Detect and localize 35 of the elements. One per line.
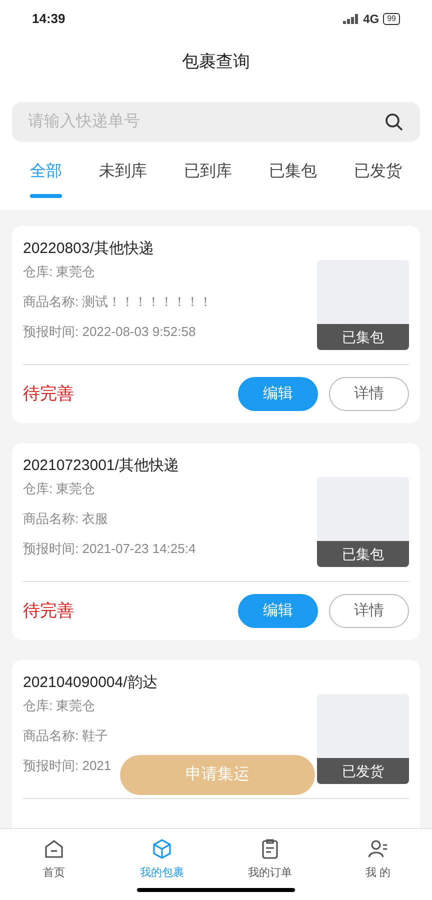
details-button[interactable]: 详情 xyxy=(329,594,409,628)
nav-tab[interactable]: 首页 xyxy=(0,829,108,900)
filter-tab[interactable]: 已到库 xyxy=(184,154,232,198)
forecast-time-text: 预报时间: 2021 xyxy=(23,757,112,775)
pending-status: 待完善 xyxy=(23,383,75,406)
battery-indicator: 99 xyxy=(383,13,400,25)
pending-status: 待完善 xyxy=(23,600,75,622)
parcel-title: 202104090004/韵达 xyxy=(23,673,158,693)
status-badge: 已集包 xyxy=(317,541,409,567)
nav-tab[interactable]: 我 的 xyxy=(324,829,432,900)
parcel-title: 20220803/其他快递 xyxy=(23,239,154,259)
filter-tab[interactable]: 已集包 xyxy=(269,154,317,198)
home-icon xyxy=(42,837,66,861)
nav-tab[interactable]: 我的订单 xyxy=(216,829,324,900)
search-field[interactable]: 请输入快递单号 xyxy=(12,102,420,142)
status-time: 14:39 xyxy=(32,10,66,28)
warehouse-text: 仓库: 東莞仓 xyxy=(23,263,96,281)
status-badge: 已发货 xyxy=(317,758,409,784)
page-title: 包裹查询 xyxy=(182,51,250,74)
parcel-title: 20210723001/其他快递 xyxy=(23,456,179,476)
goods-name-text: 商品名称: 测试！！！！！！！！ xyxy=(23,293,212,311)
filter-tab[interactable]: 已发货 xyxy=(354,154,402,198)
box-icon xyxy=(150,837,174,861)
filter-tab[interactable]: 未到库 xyxy=(99,154,147,198)
network-label: 4G xyxy=(363,11,380,28)
forecast-time-text: 预报时间: 2022-08-03 9:52:58 xyxy=(23,323,196,341)
details-button[interactable]: 详情 xyxy=(329,377,409,411)
forecast-time-text: 预报时间: 2021-07-23 14:25:4 xyxy=(23,540,196,558)
goods-name-text: 商品名称: 鞋子 xyxy=(23,727,108,745)
status-badge: 已集包 xyxy=(317,324,409,350)
goods-name-text: 商品名称: 衣服 xyxy=(23,510,108,528)
search-icon[interactable] xyxy=(384,112,404,132)
signal-icon xyxy=(343,14,360,24)
warehouse-text: 仓库: 東莞仓 xyxy=(23,697,96,715)
warehouse-text: 仓库: 東莞仓 xyxy=(23,480,96,498)
